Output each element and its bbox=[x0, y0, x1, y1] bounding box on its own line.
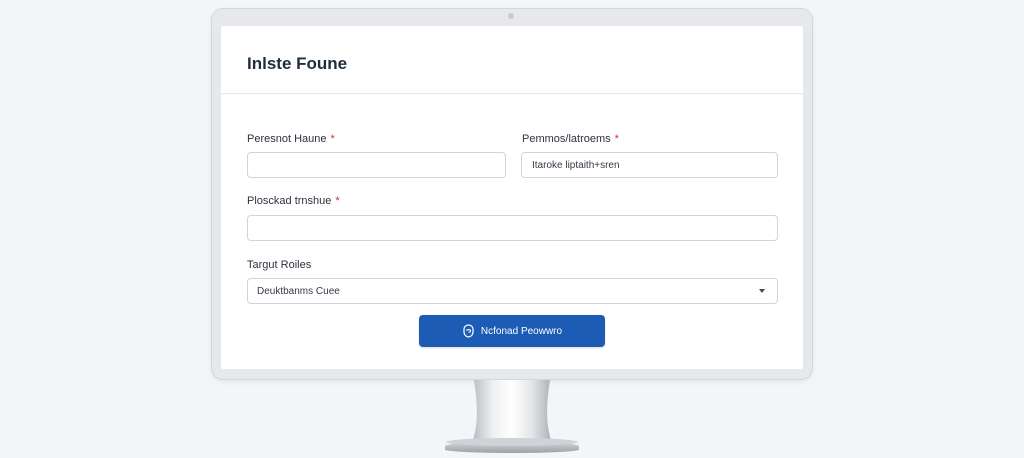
shield-icon bbox=[463, 324, 474, 338]
placed-input[interactable] bbox=[247, 215, 778, 241]
required-mark: * bbox=[335, 195, 340, 207]
camera-dot bbox=[508, 13, 514, 19]
form-title: Inlste Foune bbox=[247, 54, 348, 73]
form-header: Inlste Foune bbox=[221, 26, 803, 94]
submit-label: Ncfonad Peowwro bbox=[480, 325, 563, 337]
target-roles-select[interactable]: Deuktbanms Cuee bbox=[247, 278, 778, 304]
target-roles-label-text: Targut Roiles bbox=[247, 259, 312, 271]
permissions-input[interactable] bbox=[521, 152, 778, 178]
scene: Inlste Foune Peresnot Haune * Pemmos/latr… bbox=[0, 0, 1024, 458]
personal-name-label-text: Peresnot Haune bbox=[247, 133, 327, 145]
placed-label: Plosckad trnshue * bbox=[247, 195, 340, 207]
required-mark: * bbox=[614, 133, 619, 145]
personal-name-label: Peresnot Haune * bbox=[247, 133, 335, 145]
target-roles-label: Targut Roiles bbox=[247, 259, 311, 271]
target-roles-value: Deuktbanms Cuee bbox=[257, 285, 340, 297]
chevron-down-icon bbox=[759, 289, 765, 293]
permissions-label: Pemmos/latroems * bbox=[522, 133, 619, 145]
personal-name-input[interactable] bbox=[247, 152, 506, 178]
submit-button[interactable]: Ncfonad Peowwro bbox=[419, 315, 605, 347]
form-window: Inlste Foune Peresnot Haune * Pemmos/latr… bbox=[221, 26, 803, 369]
permissions-label-text: Pemmos/latroems bbox=[522, 133, 611, 145]
monitor-frame: Inlste Foune Peresnot Haune * Pemmos/latr… bbox=[211, 8, 813, 380]
required-mark: * bbox=[330, 133, 335, 145]
monitor-stand bbox=[445, 380, 579, 453]
placed-label-text: Plosckad trnshue bbox=[247, 195, 332, 207]
